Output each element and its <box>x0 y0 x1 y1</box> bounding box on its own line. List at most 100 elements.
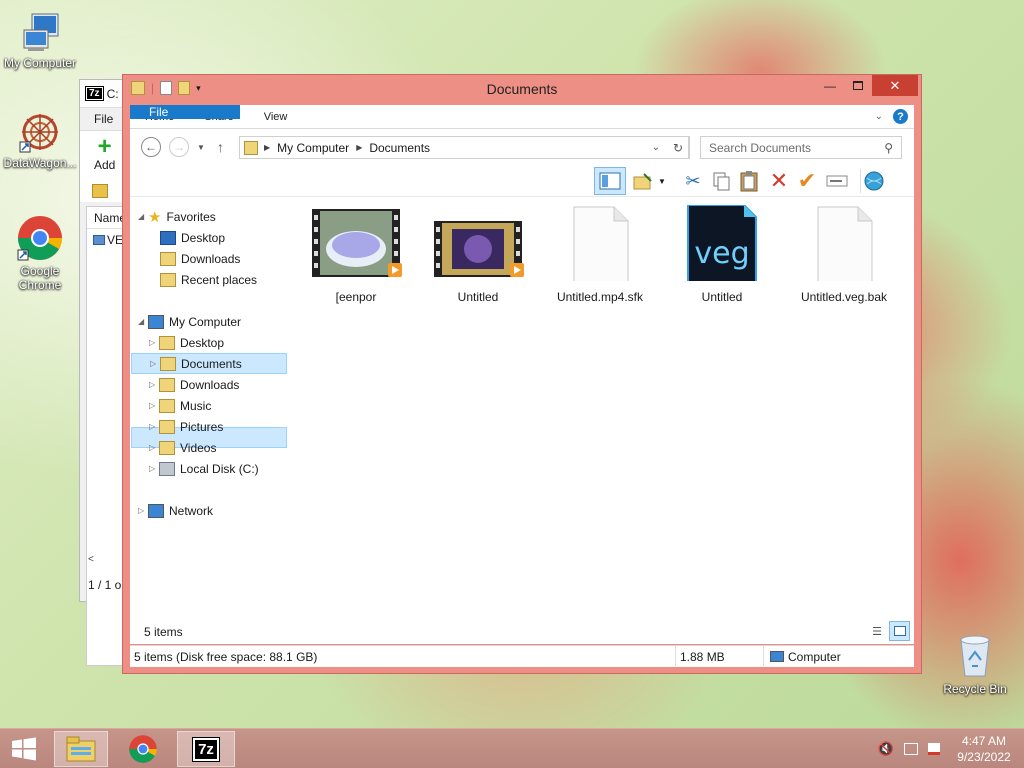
seven-zip-row[interactable]: VE <box>87 229 125 247</box>
items-count: 5 items <box>144 625 183 639</box>
seven-zip-titlebar[interactable]: 7z C: <box>80 80 128 108</box>
cut-button[interactable]: ✂ <box>680 169 706 193</box>
file-item[interactable]: Untitled.veg.bak <box>789 205 899 304</box>
file-item[interactable]: Untitled <box>423 205 533 304</box>
refresh-button[interactable]: ↻ <box>667 136 690 159</box>
ribbon-tabs: File Home Share View ⌄ ? <box>130 105 914 129</box>
collapse-arrow-icon[interactable]: ◢ <box>138 212 148 221</box>
forward-button[interactable]: → <box>169 137 189 157</box>
expand-arrow-icon[interactable]: ▷ <box>150 359 160 368</box>
network-icon <box>148 503 164 518</box>
desktop-icon-label: Recycle Bin <box>943 682 1007 696</box>
action-center-icon[interactable] <box>928 743 940 755</box>
taskbar-7zip[interactable]: 7z <box>177 731 235 767</box>
windows-logo-icon <box>12 737 36 761</box>
new-folder-button[interactable] <box>630 169 656 193</box>
videos-folder-icon <box>159 440 175 455</box>
seven-zip-scroll-left[interactable]: < <box>88 554 94 565</box>
nav-downloads[interactable]: ▷ Downloads <box>149 374 239 395</box>
desktop-icon-chrome[interactable]: Google Chrome <box>0 214 80 292</box>
nav-documents[interactable]: ▷ Documents <box>131 353 287 374</box>
minimize-button[interactable]: — <box>816 75 844 96</box>
nav-fav-downloads[interactable]: Downloads <box>160 248 240 269</box>
large-icons-view-button[interactable] <box>889 621 910 641</box>
close-button[interactable]: ✕ <box>872 75 918 96</box>
help-icon[interactable]: ? <box>893 109 908 124</box>
nav-desktop[interactable]: ▷ Desktop <box>149 332 224 353</box>
recent-locations-icon[interactable]: ▼ <box>197 143 205 152</box>
address-row: ← → ▼ ↑ ▶ My Computer ▶ Documents ⌄ ↻ Se… <box>130 129 914 165</box>
command-toolbar: ▼ ✂ ✕ ✔ <box>130 165 914 197</box>
desktop-icon-recycle-bin[interactable]: Recycle Bin <box>935 630 1015 696</box>
expand-arrow-icon[interactable]: ▷ <box>149 464 159 473</box>
paste-button[interactable] <box>736 169 762 193</box>
nav-my-computer[interactable]: ◢ My Computer <box>138 311 241 332</box>
expand-arrow-icon[interactable]: ▷ <box>138 506 148 515</box>
file-item[interactable]: Untitled.mp4.sfk <box>545 205 655 304</box>
title-bar[interactable]: | ▾ Documents — ✕ <box>123 75 921 105</box>
folder-options-dropdown[interactable]: ▼ <box>656 169 668 193</box>
expand-arrow-icon[interactable]: ▷ <box>149 338 159 347</box>
search-input[interactable]: Search Documents ⚲ <box>700 136 902 159</box>
preview-pane-button[interactable] <box>594 167 626 195</box>
properties-button[interactable]: ✔ <box>794 168 820 193</box>
nav-local-disk[interactable]: ▷ Local Disk (C:) <box>149 458 259 479</box>
volume-muted-icon[interactable]: 🔇 <box>878 741 894 757</box>
seven-zip-title: C: <box>106 86 119 101</box>
taskbar-file-explorer[interactable] <box>54 731 108 767</box>
video-thumbnail-icon <box>312 209 402 277</box>
taskbar-chrome[interactable] <box>120 731 166 767</box>
details-view-button[interactable]: ☰ <box>867 622 887 640</box>
maximize-button[interactable] <box>844 75 872 96</box>
file-item[interactable]: [eenpor <box>301 205 411 304</box>
taskbar: 7z 🔇 4:47 AM 9/23/2022 <box>0 728 1024 768</box>
file-name: Untitled.veg.bak <box>800 290 888 304</box>
clock-time: 4:47 AM <box>961 734 1007 748</box>
expand-arrow-icon[interactable]: ▷ <box>149 380 159 389</box>
back-button[interactable]: ← <box>141 137 161 157</box>
globe-button[interactable] <box>860 169 886 193</box>
seven-zip-col-name[interactable]: Name <box>87 207 126 229</box>
seven-zip-menu-file[interactable]: File <box>94 112 113 126</box>
folder-up-icon[interactable] <box>92 184 108 198</box>
desktop-icon-datawagon[interactable]: DataWagon... <box>0 110 80 170</box>
address-bar[interactable]: ▶ My Computer ▶ Documents ⌄ <box>239 136 689 159</box>
start-button[interactable] <box>0 731 48 767</box>
clock[interactable]: 4:47 AM 9/23/2022 <box>944 733 1024 765</box>
nav-music[interactable]: ▷ Music <box>149 395 211 416</box>
breadcrumb-my-computer[interactable]: My Computer <box>277 141 349 155</box>
desktop-icon-my-computer[interactable]: My Computer <box>0 10 80 70</box>
file-item[interactable]: veg Untitled <box>667 204 777 304</box>
tab-file[interactable]: File <box>130 105 240 119</box>
tab-view[interactable]: View <box>249 105 303 128</box>
address-dropdown-icon[interactable]: ⌄ <box>652 142 660 153</box>
up-arrow-icon[interactable]: ↑ <box>217 139 224 155</box>
copy-button[interactable] <box>708 169 734 193</box>
expand-arrow-icon[interactable]: ▷ <box>149 401 159 410</box>
seven-zip-add-button[interactable]: + Add <box>94 135 115 173</box>
refresh-icon: ↻ <box>672 140 684 155</box>
explorer-window[interactable]: | ▾ Documents — ✕ File Home Share View ⌄… <box>122 74 922 674</box>
nav-fav-recent-places[interactable]: Recent places <box>160 269 257 290</box>
expand-arrow-icon[interactable]: ▷ <box>149 422 159 431</box>
breadcrumb-documents[interactable]: Documents <box>369 141 430 155</box>
paste-icon <box>740 171 758 192</box>
expand-ribbon-icon[interactable]: ⌄ <box>875 111 883 122</box>
desktop-icon-label: My Computer <box>3 56 77 70</box>
computer-icon <box>770 651 784 662</box>
delete-button[interactable]: ✕ <box>766 168 792 193</box>
copy-icon <box>713 172 730 191</box>
nav-fav-desktop[interactable]: Desktop <box>160 227 225 248</box>
nav-favorites[interactable]: ◢ ★ Favorites <box>138 206 216 227</box>
expand-arrow-icon[interactable]: ▷ <box>149 443 159 452</box>
collapse-arrow-icon[interactable]: ◢ <box>138 317 148 326</box>
nav-network[interactable]: ▷ Network <box>138 500 213 521</box>
delete-icon: ✕ <box>769 168 789 193</box>
blank-file-icon <box>817 206 873 296</box>
close-icon: ✕ <box>889 77 901 93</box>
rename-button[interactable] <box>824 169 850 193</box>
network-icon[interactable] <box>904 743 918 755</box>
nav-videos[interactable]: ▷ Videos <box>149 437 216 458</box>
nav-pictures[interactable]: ▷ Pictures <box>149 416 223 437</box>
status-location: Computer <box>788 649 841 664</box>
